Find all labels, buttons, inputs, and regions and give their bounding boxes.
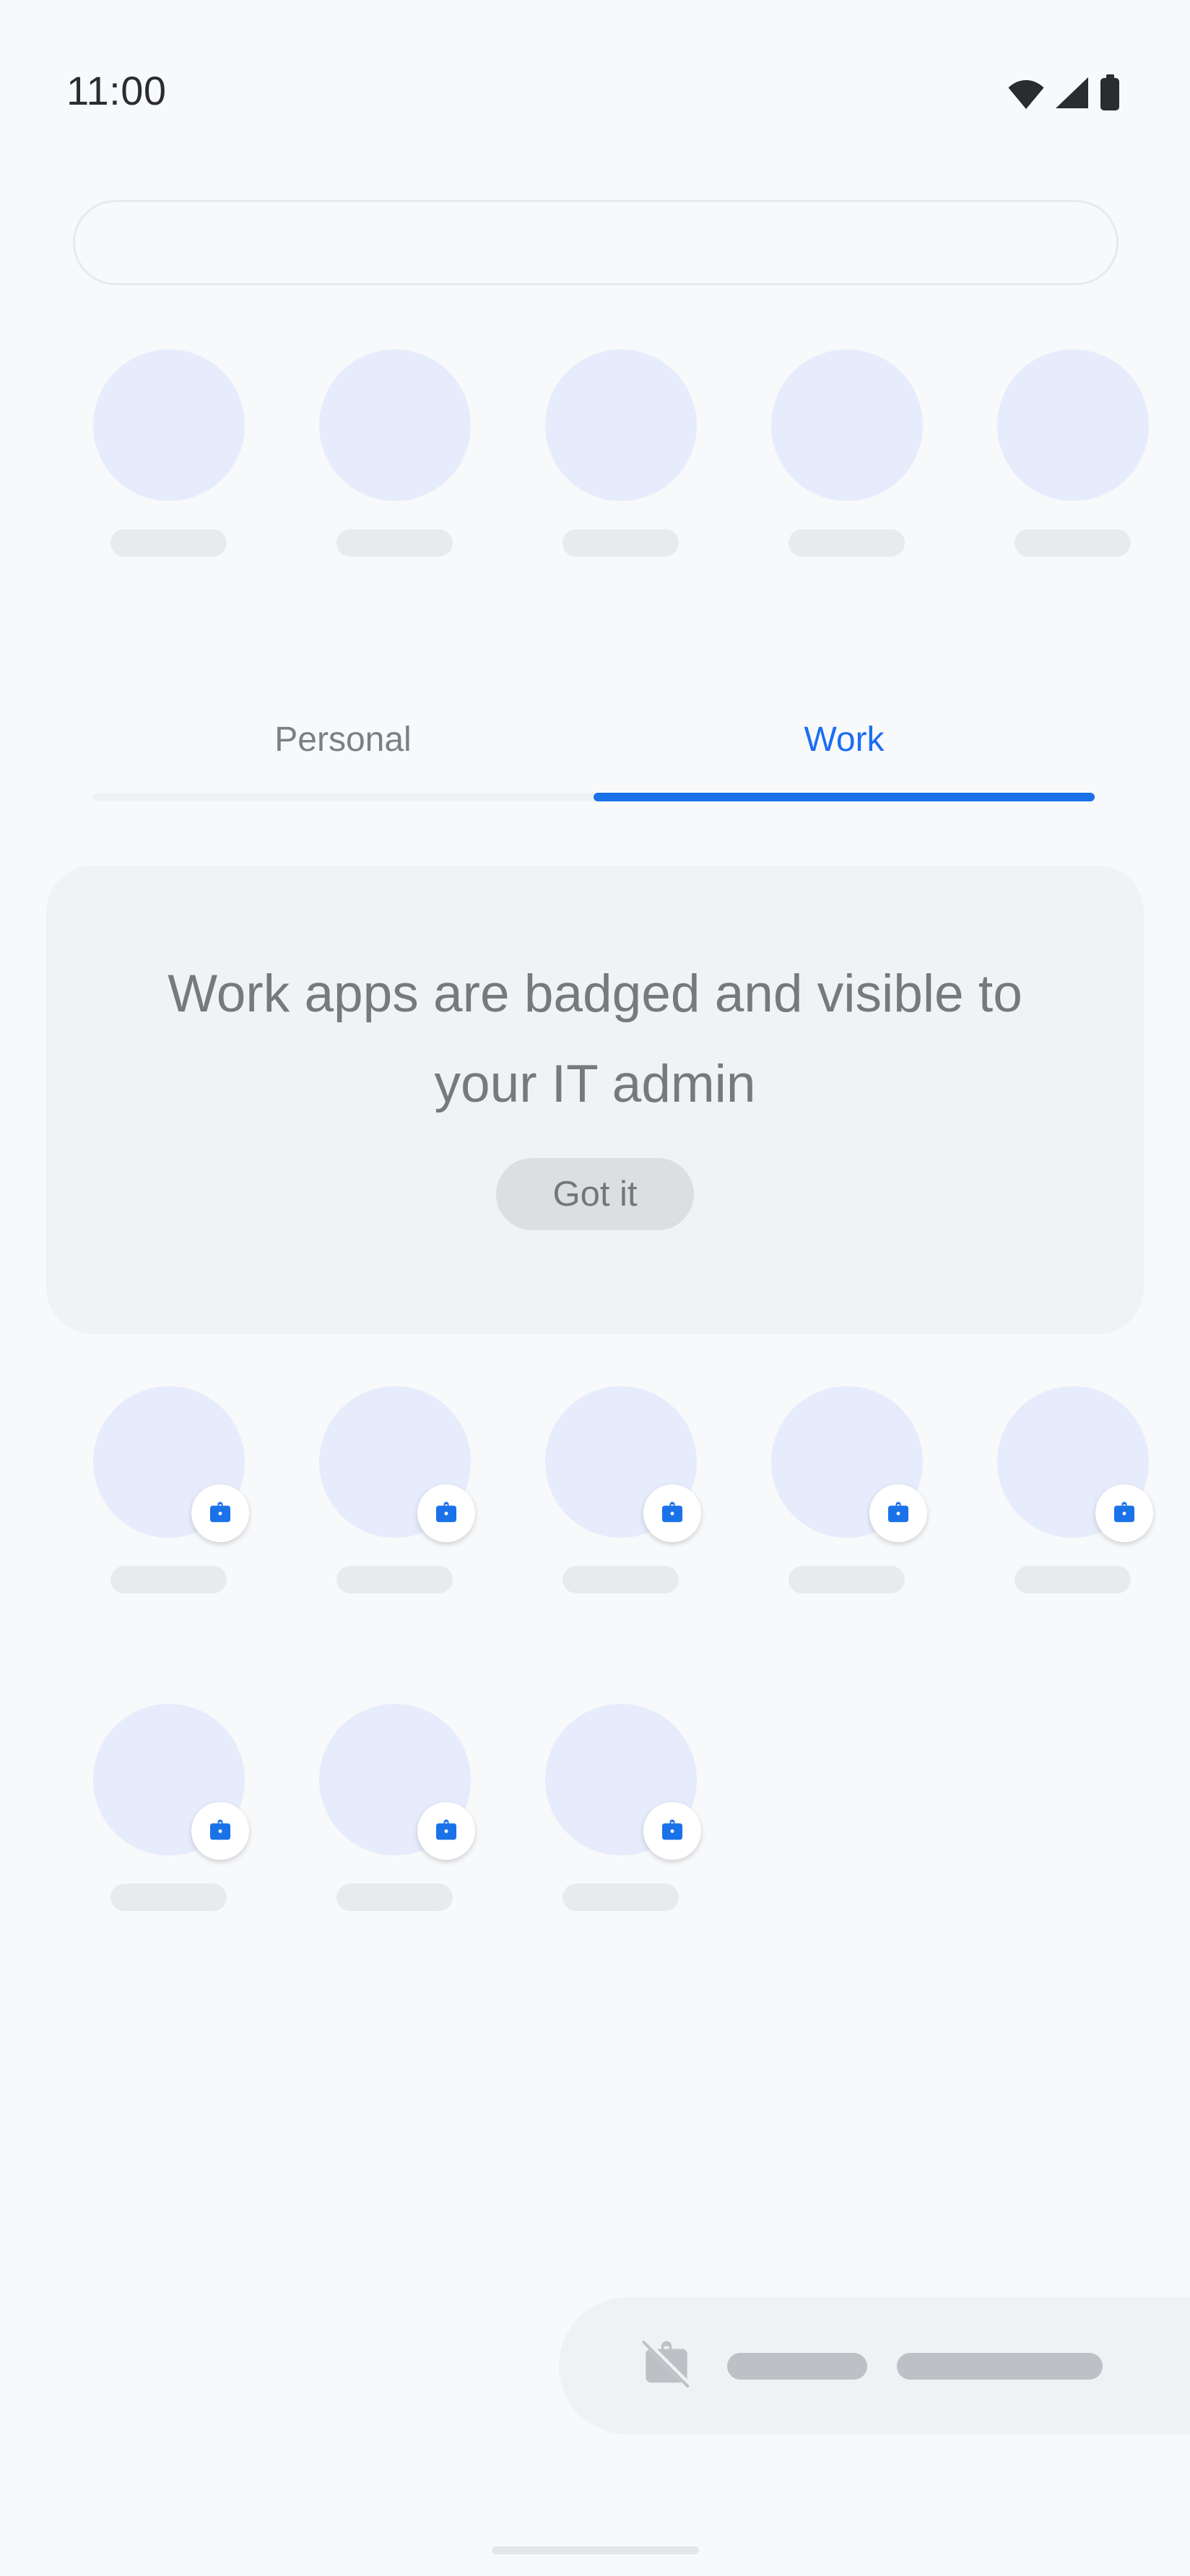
app-label-placeholder — [110, 1566, 227, 1593]
work-app-item[interactable] — [734, 1386, 960, 1593]
app-item[interactable] — [960, 349, 1186, 557]
work-app-item[interactable] — [56, 1704, 282, 1911]
info-card-title: Work apps are badged and visible to your… — [168, 965, 1022, 1113]
work-toggle-label-placeholder — [727, 2352, 867, 2380]
app-label-placeholder — [110, 529, 227, 557]
search-input[interactable] — [73, 200, 1119, 285]
top-app-row — [0, 349, 1190, 557]
work-app-item[interactable] — [56, 1386, 282, 1593]
work-off-briefcase-icon — [635, 2333, 698, 2399]
work-app-row-2 — [0, 1704, 1190, 1911]
status-bar-icons — [1008, 72, 1121, 113]
app-icon-placeholder — [544, 349, 697, 501]
work-app-row-1 — [0, 1386, 1190, 1593]
app-icon-placeholder — [770, 349, 923, 501]
app-label-placeholder — [336, 1566, 453, 1593]
work-app-item[interactable] — [508, 1704, 734, 1911]
status-bar: 11:00 — [0, 0, 1190, 137]
work-profile-toggle-bar[interactable] — [559, 2297, 1190, 2434]
app-icon-wrap — [318, 1704, 475, 1860]
battery-icon — [1099, 74, 1121, 110]
app-icon-wrap — [544, 1386, 701, 1542]
work-toggle-switch-placeholder[interactable] — [897, 2352, 1103, 2380]
app-icon-wrap — [996, 349, 1149, 501]
tab-personal[interactable]: Personal — [92, 697, 594, 783]
app-icon-wrap — [996, 1386, 1153, 1542]
app-icon-wrap — [544, 349, 697, 501]
app-label-placeholder — [563, 1566, 679, 1593]
app-item[interactable] — [56, 349, 282, 557]
work-profile-info-card: Work apps are badged and visible to your… — [46, 866, 1144, 1334]
app-item[interactable] — [508, 349, 734, 557]
app-icon-placeholder — [996, 349, 1149, 501]
app-icon-placeholder — [92, 349, 245, 501]
work-briefcase-badge-icon — [1095, 1484, 1153, 1542]
app-icon-wrap — [92, 1386, 249, 1542]
app-label-placeholder — [563, 529, 679, 557]
app-icon-wrap — [318, 1386, 475, 1542]
app-label-placeholder — [110, 1884, 227, 1911]
app-label-placeholder — [1015, 529, 1131, 557]
work-app-item[interactable] — [282, 1704, 508, 1911]
app-drawer-screen: 11:00 Personal Work Work apps are badged… — [0, 0, 1190, 2576]
app-icon-wrap — [92, 1704, 249, 1860]
work-app-item[interactable] — [508, 1386, 734, 1593]
cellular-signal-icon — [1054, 76, 1089, 109]
work-briefcase-badge-icon — [417, 1802, 475, 1860]
work-briefcase-badge-icon — [417, 1484, 475, 1542]
app-label-placeholder — [336, 1884, 453, 1911]
work-briefcase-badge-icon — [191, 1484, 249, 1542]
profile-tab-bar: Personal Work — [0, 697, 1190, 804]
app-label-placeholder — [789, 1566, 905, 1593]
app-label-placeholder — [1015, 1566, 1131, 1593]
app-icon-wrap — [544, 1704, 701, 1860]
app-icon-wrap — [318, 349, 471, 501]
app-item[interactable] — [734, 349, 960, 557]
work-app-item[interactable] — [960, 1386, 1186, 1593]
app-icon-placeholder — [318, 349, 471, 501]
app-label-placeholder — [789, 529, 905, 557]
app-label-placeholder — [563, 1884, 679, 1911]
status-bar-clock: 11:00 — [66, 68, 167, 113]
app-icon-wrap — [770, 1386, 927, 1542]
work-briefcase-badge-icon — [643, 1484, 701, 1542]
tab-work[interactable]: Work — [594, 697, 1095, 783]
wifi-icon — [1008, 76, 1044, 109]
gesture-home-bar[interactable] — [492, 2546, 699, 2554]
got-it-button[interactable]: Got it — [496, 1158, 694, 1230]
work-briefcase-badge-icon — [643, 1802, 701, 1860]
app-label-placeholder — [336, 529, 453, 557]
app-icon-wrap — [770, 349, 923, 501]
work-briefcase-badge-icon — [191, 1802, 249, 1860]
app-icon-wrap — [92, 349, 245, 501]
work-app-item[interactable] — [282, 1386, 508, 1593]
app-item[interactable] — [282, 349, 508, 557]
tab-indicator-active — [594, 793, 1095, 801]
work-briefcase-badge-icon — [869, 1484, 927, 1542]
